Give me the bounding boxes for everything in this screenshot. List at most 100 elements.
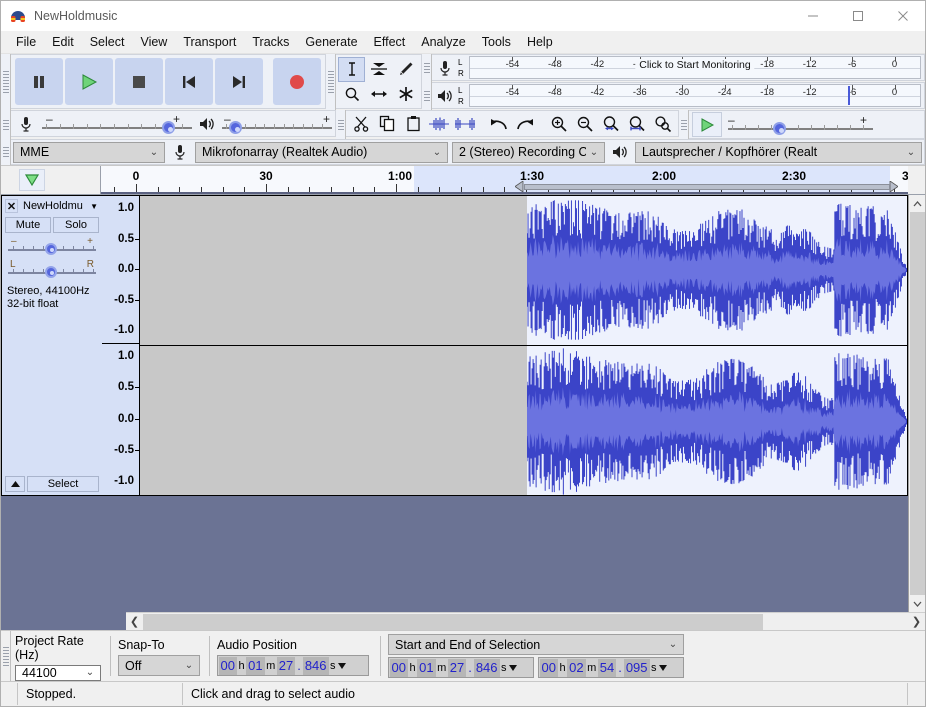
recording-device-combo[interactable]: Mikrofonarray (Realtek Audio) ⌄ [195,141,448,163]
triangle-up-icon[interactable] [5,476,25,492]
selection-start-spinner[interactable] [508,664,519,672]
vertical-scrollbar-thumb[interactable] [909,212,925,595]
status-resize-grip[interactable] [907,683,925,705]
playback-meter[interactable]: -54 -48 -42 -36 -30 -24 -18 -12 -6 0 [469,84,921,107]
menu-tools[interactable]: Tools [474,33,519,51]
project-rate-combo[interactable]: 44100 ⌄ [15,664,101,681]
vertical-scrollbar[interactable] [908,195,925,612]
paste-button[interactable] [400,111,426,136]
menu-analyze[interactable]: Analyze [413,33,473,51]
record-button[interactable] [273,58,321,105]
monitoring-hint[interactable]: Click to Start Monitoring [635,59,755,71]
close-button[interactable] [880,1,925,31]
microphone-icon[interactable] [432,55,458,80]
selection-end-value[interactable]: 00 h 02 m 54 . 095 s [538,657,684,678]
mixer-toolbar-grabber[interactable] [1,110,11,139]
cut-button[interactable] [348,111,374,136]
envelope-tool[interactable] [365,57,392,82]
zoom-in-button[interactable] [546,111,572,136]
transport-toolbar-grabber[interactable] [1,54,11,110]
time-shift-tool[interactable] [365,82,392,107]
play-meter-left-label: L [458,86,463,95]
pan-slider[interactable]: L R [5,259,99,279]
silence-audio-button[interactable] [452,111,478,136]
pan-slider-thumb[interactable] [45,266,57,278]
menu-help[interactable]: Help [519,33,561,51]
select-track-button[interactable]: Select [27,476,99,492]
waveform-right-channel[interactable] [140,346,907,495]
selection-start-value[interactable]: 00 h 01 m 27 . 846 s [388,657,534,678]
scroll-down-arrow-icon[interactable] [908,595,925,612]
tools-toolbar-grabber[interactable] [326,54,336,110]
selection-handle[interactable] [514,180,524,193]
recording-meter[interactable]: -54-48-42-36-30-24-18-12-60 Click to Sta… [469,56,921,79]
copy-button[interactable] [374,111,400,136]
solo-button[interactable]: Solo [53,217,99,233]
play-button[interactable] [65,58,113,105]
minimize-button[interactable] [790,1,835,31]
recording-volume-thumb[interactable] [162,120,175,134]
horizontal-scrollbar-thumb[interactable] [143,613,763,630]
scroll-up-arrow-icon[interactable] [908,195,925,212]
waveform-left-channel[interactable] [140,196,907,346]
record-meter-grabber[interactable] [422,54,432,82]
menu-effect[interactable]: Effect [366,33,414,51]
zoom-out-button[interactable] [572,111,598,136]
speaker-icon[interactable] [432,83,458,108]
trim-audio-button[interactable] [426,111,452,136]
close-track-button[interactable]: ✕ [5,199,18,213]
horizontal-scrollbar[interactable]: ❮ ❯ [126,612,925,630]
scroll-right-arrow-icon[interactable]: ❯ [908,615,925,628]
timeline-ruler[interactable]: 0301:001:302:002:303:00 [101,166,908,194]
device-toolbar-grabber[interactable] [1,139,11,165]
redo-button[interactable] [512,111,538,136]
playback-device-combo[interactable]: Lautsprecher / Kopfhörer (Realt ⌄ [635,141,922,163]
skip-to-end-button[interactable] [215,58,263,105]
selection-bar[interactable] [524,184,890,190]
gain-slider[interactable]: – + [5,236,99,256]
menu-file[interactable]: File [8,33,44,51]
play-speed-slider[interactable]: – + [728,113,873,137]
audio-host-combo[interactable]: MME ⌄ [13,141,165,163]
undo-button[interactable] [486,111,512,136]
edit-toolbar-grabber[interactable] [336,110,346,139]
audio-position-value[interactable]: 00 h 01 m 27 . 846 s [217,655,369,676]
menu-tracks[interactable]: Tracks [244,33,297,51]
play-at-speed-button[interactable] [692,112,722,137]
play-speed-thumb[interactable] [772,121,786,135]
maximize-button[interactable] [835,1,880,31]
selection-mode-combo[interactable]: Start and End of Selection ⌄ [388,634,684,655]
audio-position-spinner[interactable] [337,662,348,670]
menu-edit[interactable]: Edit [44,33,82,51]
play-meter-grabber[interactable] [422,82,432,110]
zoom-tool[interactable] [338,82,365,107]
gain-slider-thumb[interactable] [45,243,57,255]
scroll-left-arrow-icon[interactable]: ❮ [126,615,143,628]
zoom-toggle-button[interactable] [650,111,676,136]
mute-button[interactable]: Mute [5,217,51,233]
skip-to-start-button[interactable] [165,58,213,105]
menu-transport[interactable]: Transport [175,33,244,51]
menu-view[interactable]: View [132,33,175,51]
fit-selection-button[interactable] [598,111,624,136]
pause-button[interactable] [15,58,63,105]
snap-to-combo[interactable]: Off ⌄ [118,655,200,676]
stop-button[interactable] [115,58,163,105]
selection-toolbar-grabber[interactable] [1,631,11,681]
play-speed-grabber[interactable] [679,110,689,139]
draw-tool[interactable] [392,57,419,82]
pinned-play-head-icon[interactable] [19,169,45,191]
multi-tool[interactable] [392,82,419,107]
playback-volume-slider[interactable]: – + [222,112,332,136]
track-name-dropdown[interactable]: NewHoldmu ▼ [20,199,99,213]
selection-handle[interactable] [889,180,899,193]
recording-channels-combo[interactable]: 2 (Stereo) Recording Chai ⌄ [452,141,605,163]
playback-volume-thumb[interactable] [228,120,242,134]
project-rate-value: 44100 [22,665,57,680]
selection-tool[interactable] [338,56,365,82]
fit-project-button[interactable] [624,111,650,136]
recording-volume-slider[interactable]: – + [42,112,192,136]
menu-select[interactable]: Select [82,33,133,51]
selection-end-spinner[interactable] [658,664,669,672]
menu-generate[interactable]: Generate [297,33,365,51]
